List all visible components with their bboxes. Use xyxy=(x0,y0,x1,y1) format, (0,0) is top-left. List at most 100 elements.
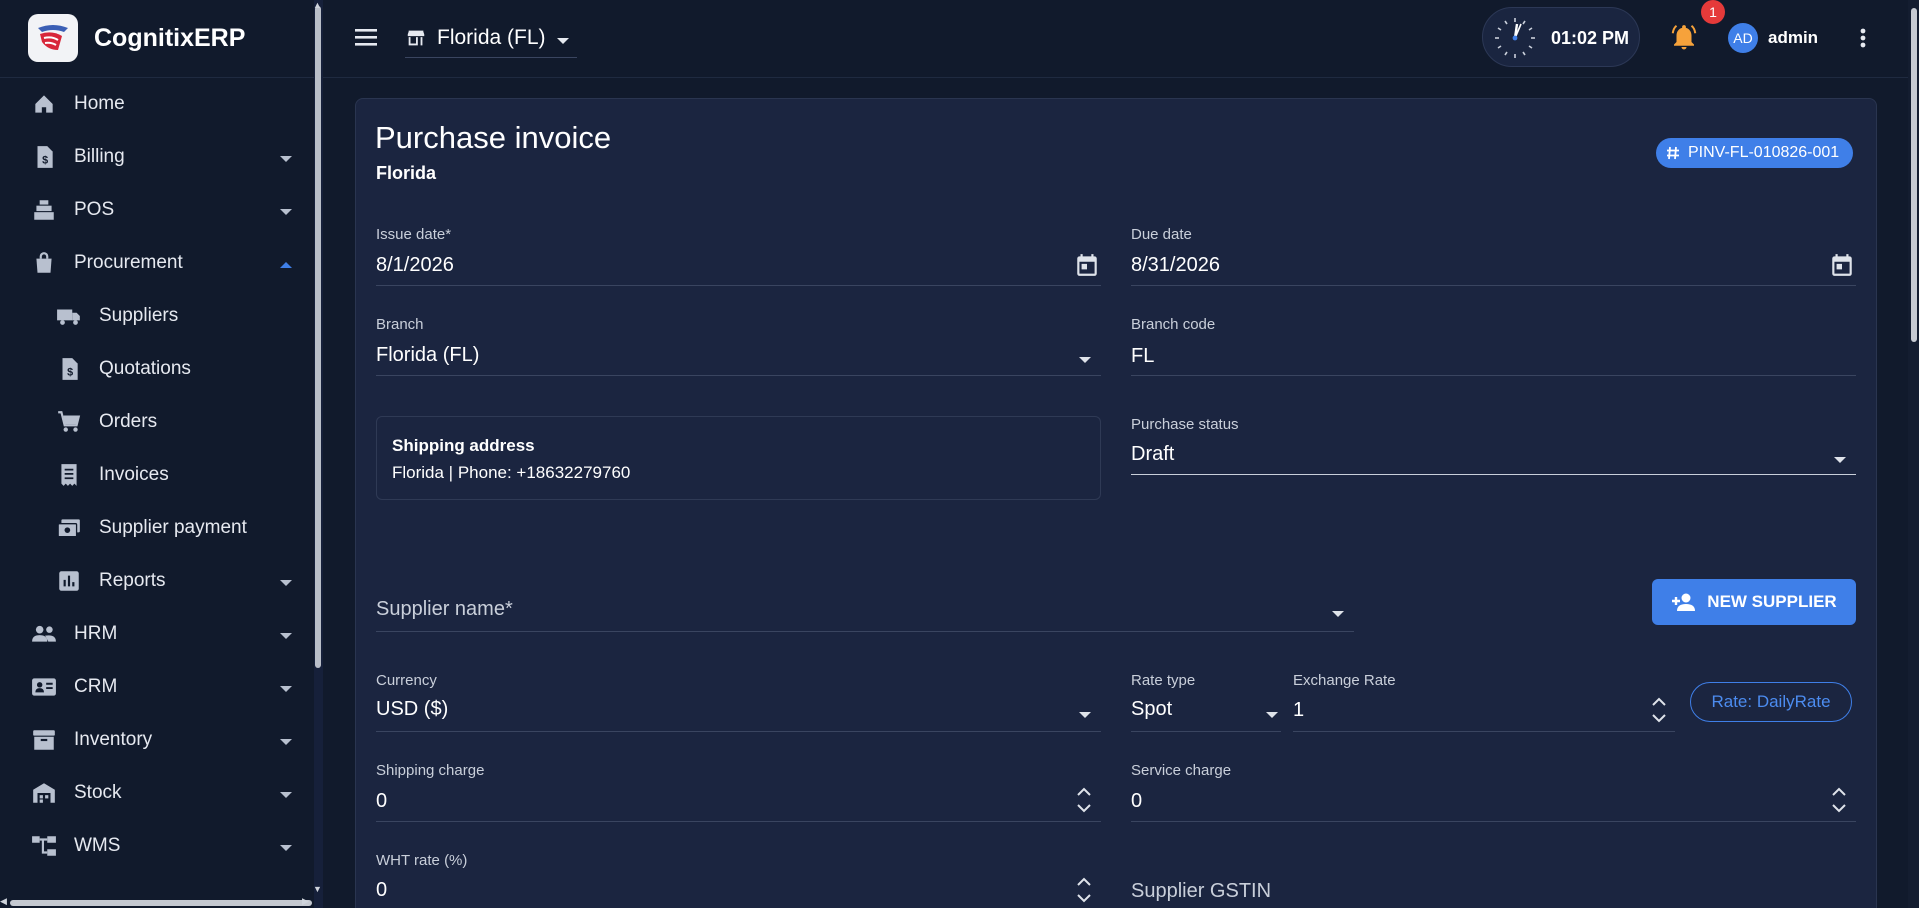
shipping-charge-value[interactable]: 0 xyxy=(376,790,387,813)
sidebar-item-label: Procurement xyxy=(74,251,183,273)
branch-switcher[interactable]: Florida (FL) xyxy=(405,18,577,58)
due-date-field[interactable]: Due date 8/31/2026 xyxy=(1131,226,1856,286)
due-date-underline xyxy=(1131,285,1856,286)
chevron-down-icon xyxy=(279,787,293,798)
more-vertical-icon[interactable] xyxy=(1858,24,1868,52)
calendar-icon[interactable] xyxy=(1074,252,1100,283)
due-date-value[interactable]: 8/31/2026 xyxy=(1131,254,1220,277)
due-date-label: Due date xyxy=(1131,226,1192,243)
chevron-down-icon[interactable] xyxy=(1078,707,1092,725)
clock-icon xyxy=(1495,18,1535,58)
stepper-up-icon[interactable] xyxy=(1076,874,1092,892)
chevron-down-icon[interactable] xyxy=(1833,452,1847,470)
exchange-rate-value[interactable]: 1 xyxy=(1293,699,1304,722)
branch-code-field[interactable]: Branch code FL xyxy=(1131,316,1856,376)
chevron-down-icon[interactable] xyxy=(1331,606,1345,624)
scroll-left-arrow-icon[interactable]: ◀ xyxy=(0,896,7,907)
currency-select[interactable]: Currency USD ($) xyxy=(376,672,1101,732)
purchase-status-underline xyxy=(1131,474,1856,475)
service-charge-field[interactable]: Service charge 0 xyxy=(1131,762,1856,822)
service-charge-value[interactable]: 0 xyxy=(1131,790,1142,813)
sidebar-item-quotations[interactable]: $ Quotations xyxy=(0,342,314,395)
svg-text:$: $ xyxy=(67,367,73,379)
exchange-rate-label: Exchange Rate xyxy=(1293,672,1396,689)
home-icon xyxy=(30,91,58,117)
supplier-name-label: Supplier name* xyxy=(376,598,513,620)
sidebar-item-supplier-payment[interactable]: Supplier payment xyxy=(0,501,314,554)
shipping-charge-field[interactable]: Shipping charge 0 xyxy=(376,762,1101,822)
sidebar-item-label: Invoices xyxy=(99,463,169,485)
chevron-down-icon xyxy=(279,840,293,851)
chevron-down-icon xyxy=(279,151,293,162)
calendar-icon[interactable] xyxy=(1829,252,1855,283)
user-name[interactable]: admin xyxy=(1768,28,1818,48)
chevron-down-icon[interactable] xyxy=(1078,352,1092,370)
scroll-up-arrow-icon[interactable]: ▲ xyxy=(313,0,322,10)
new-supplier-button[interactable]: NEW SUPPLIER xyxy=(1652,579,1856,625)
wht-rate-value[interactable]: 0 xyxy=(376,879,387,902)
scroll-down-arrow-icon[interactable]: ▼ xyxy=(313,884,322,894)
hamburger-menu-icon[interactable] xyxy=(352,24,382,50)
branch-code-value[interactable]: FL xyxy=(1131,345,1154,368)
rate-type-select[interactable]: Rate type Spot xyxy=(1131,672,1281,732)
chevron-up-icon xyxy=(279,257,293,268)
currency-underline xyxy=(376,731,1101,732)
branch-code-label: Branch code xyxy=(1131,316,1216,333)
stepper-down-icon[interactable] xyxy=(1076,892,1092,908)
stepper-down-icon[interactable] xyxy=(1076,802,1092,820)
rate-type-label: Rate type xyxy=(1131,672,1196,689)
stepper-up-icon[interactable] xyxy=(1076,784,1092,802)
brand[interactable]: CognitixERP xyxy=(28,14,245,62)
branch-select[interactable]: Branch Florida (FL) xyxy=(376,316,1101,376)
stepper-down-icon[interactable] xyxy=(1831,802,1847,820)
rate-type-value: Spot xyxy=(1131,698,1173,720)
purchase-status-select[interactable]: Purchase status Draft xyxy=(1131,416,1856,476)
chevron-down-icon[interactable] xyxy=(1265,707,1279,725)
sidebar-item-reports[interactable]: Reports xyxy=(0,554,314,607)
avatar[interactable]: AD xyxy=(1728,23,1758,53)
sidebar-item-procurement[interactable]: Procurement xyxy=(0,236,314,289)
chevron-down-icon xyxy=(279,734,293,745)
issue-date-underline xyxy=(376,285,1101,286)
sidebar-item-inventory[interactable]: Inventory xyxy=(0,713,314,766)
exchange-rate-field[interactable]: Exchange Rate 1 xyxy=(1293,672,1675,732)
page-title: Purchase invoice xyxy=(375,120,612,155)
sidebar-item-stock[interactable]: Stock xyxy=(0,766,314,819)
sidebar-horizontal-scrollbar[interactable] xyxy=(10,900,312,906)
person-add-icon xyxy=(1671,592,1697,612)
shipping-address-box: Shipping address Florida | Phone: +18632… xyxy=(376,416,1101,500)
truck-icon xyxy=(55,303,83,329)
supplier-gstin-field[interactable]: Supplier GSTIN xyxy=(1131,880,1856,908)
sidebar-item-wms[interactable]: WMS xyxy=(0,819,314,872)
sidebar-item-billing[interactable]: $ Billing xyxy=(0,130,314,183)
wht-rate-field[interactable]: WHT rate (%) 0 xyxy=(376,852,1101,908)
sidebar-scrollbar-thumb[interactable] xyxy=(315,6,321,668)
svg-text:$: $ xyxy=(42,155,48,167)
shopping-cart-icon xyxy=(55,409,83,435)
brand-logo xyxy=(28,14,78,62)
issue-date-field[interactable]: Issue date* 8/1/2026 xyxy=(376,226,1101,286)
sidebar-item-orders[interactable]: Orders xyxy=(0,395,314,448)
sidebar-item-suppliers[interactable]: Suppliers xyxy=(0,289,314,342)
sidebar-item-crm[interactable]: CRM xyxy=(0,660,314,713)
scroll-right-arrow-icon[interactable]: ▶ xyxy=(302,896,309,907)
stepper-up-icon[interactable] xyxy=(1651,694,1667,712)
stepper-down-icon[interactable] xyxy=(1651,712,1667,730)
shopping-bag-icon xyxy=(30,250,58,276)
rate-chip[interactable]: Rate: DailyRate xyxy=(1690,682,1852,722)
bell-icon[interactable] xyxy=(1669,22,1699,52)
sidebar-item-pos[interactable]: POS xyxy=(0,183,314,236)
notification-badge: 1 xyxy=(1701,0,1725,24)
hash-icon xyxy=(1666,146,1680,160)
supplier-name-select[interactable]: Supplier name* xyxy=(376,598,1354,632)
shipping-address-title: Shipping address xyxy=(392,436,535,455)
issue-date-value[interactable]: 8/1/2026 xyxy=(376,254,454,277)
sidebar-item-hrm[interactable]: HRM xyxy=(0,607,314,660)
main-scrollbar-thumb[interactable] xyxy=(1911,8,1917,342)
payments-icon xyxy=(55,515,83,541)
sidebar-item-invoices[interactable]: Invoices xyxy=(0,448,314,501)
chevron-down-icon xyxy=(279,681,293,692)
supplier-name-underline xyxy=(376,631,1354,632)
stepper-up-icon[interactable] xyxy=(1831,784,1847,802)
sidebar-item-home[interactable]: Home xyxy=(0,77,314,130)
